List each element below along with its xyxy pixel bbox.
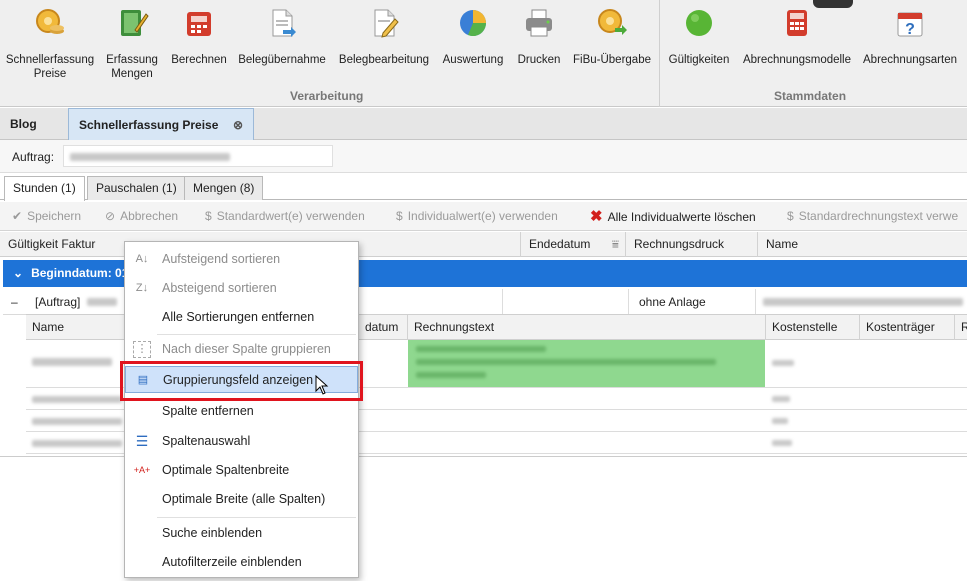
mouse-cursor-icon xyxy=(315,375,329,395)
detail-column-rechnungstext[interactable]: Rechnungstext xyxy=(407,315,765,340)
order-bar: Auftrag: xyxy=(0,140,967,173)
ribbon-button-auswertung[interactable]: Auswertung xyxy=(440,6,506,67)
menu-clear-sorting[interactable]: Alle Sortierungen entfernen xyxy=(125,304,358,331)
ribbon-button-abrechnungsarten[interactable]: ? Abrechnungsarten xyxy=(860,6,960,67)
grid-toolbar: ✔ Speichern ⊘ Abbrechen $ Standardwert(e) v… xyxy=(0,202,967,231)
cancel-button[interactable]: ⊘ Abbrechen xyxy=(105,202,178,231)
sort-descending-icon: Z↓ xyxy=(135,282,149,294)
ribbon-button-erfassung[interactable]: Erfassung Mengen xyxy=(100,6,164,81)
menu-best-fit[interactable]: +A+ Optimale Spaltenbreite xyxy=(125,457,358,484)
order-label: Auftrag: xyxy=(12,150,55,164)
menu-separator xyxy=(157,334,356,335)
collapse-icon[interactable]: – xyxy=(11,289,18,315)
menu-separator xyxy=(157,517,356,518)
order-field[interactable] xyxy=(63,145,333,167)
detail-column-kostentraeger[interactable]: Kostenträger xyxy=(859,315,954,340)
ribbon-separator xyxy=(659,0,660,107)
tab-schnellerfassung-preise[interactable]: Schnellerfassung Preise ⊗ xyxy=(68,108,254,140)
calculator-icon xyxy=(780,6,814,40)
tab-blog[interactable]: Blog xyxy=(0,108,68,140)
pie-chart-icon xyxy=(456,6,490,40)
cancel-icon: ⊘ xyxy=(105,209,116,223)
checkmark-icon: ✔ xyxy=(12,209,23,223)
document-import-icon xyxy=(265,6,299,40)
individual-value-button[interactable]: $ Individualwert(e) verwenden xyxy=(396,202,558,231)
menu-group-by-column[interactable]: ⋮ Nach dieser Spalte gruppieren xyxy=(125,336,358,363)
tab-stunden[interactable]: Stunden (1) xyxy=(4,176,85,201)
rechnungsdruck-value: ohne Anlage xyxy=(639,295,706,309)
ribbon-button-gueltigkeiten[interactable]: Gültigkeiten xyxy=(664,6,734,67)
ribbon-label-l1: Schnellerfassung Preise xyxy=(5,54,95,80)
chevron-down-icon[interactable]: ⌄ xyxy=(13,266,23,280)
menu-remove-column[interactable]: Spalte entfernen xyxy=(125,398,358,425)
tab-mengen[interactable]: Mengen (8) xyxy=(184,176,264,200)
ribbon-button-schnellerfassung[interactable]: Schnellerfassung Preise xyxy=(6,6,94,81)
menu-column-chooser[interactable]: ☰ Spaltenauswahl xyxy=(125,428,358,455)
ribbon-button-abrechnungsmodelle[interactable]: Abrechnungsmodelle xyxy=(740,6,854,67)
close-icon[interactable]: ⊗ xyxy=(233,109,243,141)
save-button[interactable]: ✔ Speichern xyxy=(12,202,81,231)
ribbon-group-verarbeitung: Verarbeitung xyxy=(290,89,364,103)
notebook-pencil-icon xyxy=(115,6,149,40)
detail-column-name[interactable]: Name xyxy=(26,315,126,340)
ribbon-button-beleguebernahme[interactable]: Belegübernahme xyxy=(236,6,328,67)
default-value-button[interactable]: $ Standardwert(e) verwenden xyxy=(205,202,365,231)
detail-column-datum[interactable]: datum xyxy=(359,315,407,340)
ribbon: Schnellerfassung Preise Erfassung Mengen B… xyxy=(0,0,967,107)
menu-sort-descending[interactable]: Z↓ Absteigend sortieren xyxy=(125,275,358,302)
dollar-arrows-icon: $ xyxy=(396,209,403,223)
filter-icon[interactable]: ⩸ xyxy=(612,232,619,257)
sort-ascending-icon: A↓ xyxy=(135,253,149,265)
rechnungstext-cell[interactable] xyxy=(408,340,765,387)
best-fit-icon: +A+ xyxy=(133,465,151,475)
delete-all-button[interactable]: ✖ Alle Individualwerte löschen xyxy=(590,202,756,231)
help-calendar-icon: ? xyxy=(893,6,927,40)
menu-show-find[interactable]: Suche einblenden xyxy=(125,520,358,547)
column-chooser-icon: ☰ xyxy=(135,433,149,449)
column-context-menu: A↓ Aufsteigend sortieren Z↓ Absteigend sor… xyxy=(124,241,359,578)
menu-sort-ascending[interactable]: A↓ Aufsteigend sortieren xyxy=(125,246,358,273)
detail-column-r[interactable]: R xyxy=(954,315,967,340)
delete-x-icon: ✖ xyxy=(590,208,603,225)
tab-pauschalen[interactable]: Pauschalen (1) xyxy=(87,176,186,200)
ribbon-group-stammdaten: Stammdaten xyxy=(774,89,847,103)
svg-text:?: ? xyxy=(905,21,915,38)
dollar-arrows-icon: $ xyxy=(787,209,794,223)
green-circle-icon xyxy=(682,6,716,40)
menu-show-autofilter[interactable]: Autofilterzeile einblenden xyxy=(125,549,358,576)
ribbon-button-belegbearbeitung[interactable]: Belegbearbeitung xyxy=(336,6,432,67)
default-text-button[interactable]: $ Standardrechnungstext verwe xyxy=(787,202,958,231)
detail-column-kostenstelle[interactable]: Kostenstelle xyxy=(765,315,859,340)
coins-transfer-icon xyxy=(595,6,629,40)
dollar-arrows-icon: $ xyxy=(205,209,212,223)
ribbon-button-drucken[interactable]: Drucken xyxy=(514,6,564,67)
printer-icon xyxy=(522,6,556,40)
gear-coins-icon xyxy=(33,6,67,40)
group-by-icon: ⋮ xyxy=(133,341,151,358)
column-name[interactable]: Name xyxy=(757,232,967,257)
sub-tabs: Stunden (1) Pauschalen (1) Mengen (8) xyxy=(0,174,967,201)
ribbon-button-berechnen[interactable]: Berechnen xyxy=(170,6,228,67)
column-rechnungsdruck[interactable]: Rechnungsdruck xyxy=(625,232,757,257)
ribbon-button-fibu-uebergabe[interactable]: FiBu-Übergabe xyxy=(570,6,654,67)
column-endedatum[interactable]: Endedatum ⩸ xyxy=(520,232,625,257)
calculator-red-icon xyxy=(182,6,216,40)
menu-best-fit-all[interactable]: Optimale Breite (alle Spalten) xyxy=(125,486,358,513)
document-tabs: Blog Schnellerfassung Preise ⊗ xyxy=(0,108,967,140)
document-edit-icon xyxy=(367,6,401,40)
